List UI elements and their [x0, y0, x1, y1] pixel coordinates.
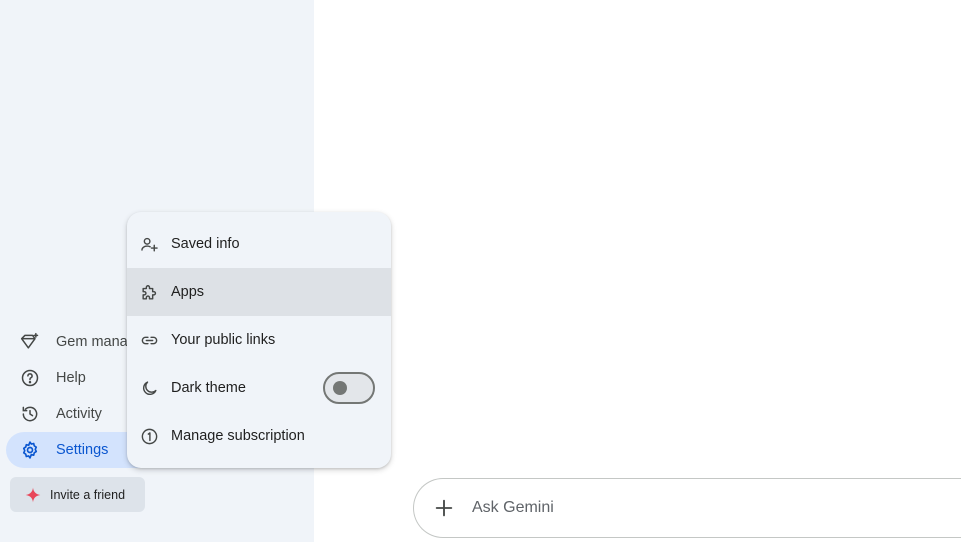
menu-item-saved-info[interactable]: Saved info — [127, 220, 391, 268]
menu-item-label: Dark theme — [171, 380, 246, 396]
subscription-icon — [139, 426, 159, 446]
add-icon[interactable] — [432, 496, 456, 520]
moon-icon — [139, 378, 159, 398]
sidebar-item-label: Activity — [56, 406, 102, 422]
menu-item-dark-theme[interactable]: Dark theme — [127, 364, 391, 412]
history-icon — [18, 402, 42, 426]
sidebar-item-label: Help — [56, 370, 86, 386]
person-add-icon — [139, 234, 159, 254]
gem-icon — [18, 330, 42, 354]
menu-item-label: Apps — [171, 284, 205, 300]
prompt-bar — [413, 478, 961, 538]
menu-item-public-links[interactable]: Your public links — [127, 316, 391, 364]
sparkle-icon — [24, 486, 42, 504]
help-icon — [18, 366, 42, 390]
invite-friend-label: Invite a friend — [50, 487, 126, 502]
menu-item-apps[interactable]: Apps — [127, 268, 391, 316]
puzzle-icon — [139, 282, 159, 302]
menu-item-label: Your public links — [171, 332, 276, 348]
gear-icon — [18, 438, 42, 462]
sidebar-item-label: Settings — [56, 442, 109, 458]
settings-menu: Saved info Apps Your public links Dark t… — [127, 212, 391, 468]
menu-item-manage-subscription[interactable]: Manage subscription — [127, 412, 391, 460]
toggle-knob — [333, 381, 347, 395]
link-icon — [139, 330, 159, 350]
invite-friend-button[interactable]: Invite a friend — [10, 477, 145, 512]
ask-gemini-input[interactable] — [472, 499, 872, 517]
dark-theme-toggle[interactable] — [323, 372, 375, 404]
menu-item-label: Manage subscription — [171, 428, 305, 444]
menu-item-label: Saved info — [171, 236, 240, 252]
